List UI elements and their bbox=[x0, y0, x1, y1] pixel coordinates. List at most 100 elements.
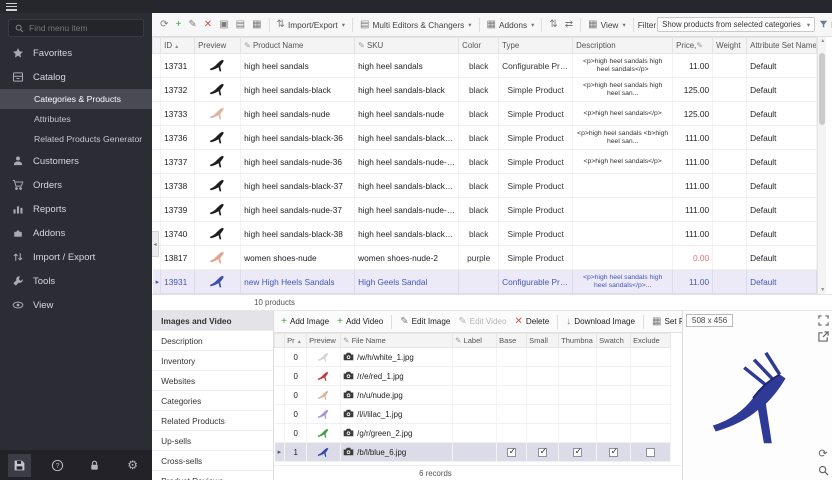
zoom-icon[interactable] bbox=[816, 463, 830, 477]
header-product-name[interactable]: ✎ Product Name bbox=[241, 38, 355, 54]
download-image-button[interactable]: ↓Download Image bbox=[563, 315, 638, 329]
cell-small[interactable] bbox=[527, 386, 559, 405]
product-image-preview[interactable] bbox=[691, 325, 824, 474]
header-price[interactable]: Price,✎ bbox=[673, 38, 713, 54]
sidebar-item-categories-products[interactable]: Categories & Products bbox=[0, 89, 152, 109]
cell-swatch[interactable] bbox=[597, 348, 631, 367]
multi-editors-menu[interactable]: ▤Multi Editors & Changers▾ bbox=[357, 18, 474, 32]
media-row[interactable]: 0 /n/u/nude.jpg bbox=[275, 386, 671, 405]
header-swatch[interactable]: Swatch bbox=[597, 334, 631, 348]
vertical-scrollbar[interactable]: ▲ ▼ bbox=[817, 37, 826, 294]
header-label[interactable]: ✎ Label bbox=[453, 334, 497, 348]
gear-icon[interactable]: ⚙ bbox=[121, 454, 144, 477]
cell-exclude[interactable] bbox=[631, 405, 671, 424]
search-input[interactable] bbox=[29, 23, 137, 33]
sidebar-item-addons[interactable]: Addons bbox=[0, 221, 152, 245]
cell-small[interactable] bbox=[527, 443, 559, 462]
filters-button[interactable]: Filters▾ bbox=[816, 18, 832, 32]
media-row[interactable]: 0 /l/i/lilac_1.jpg bbox=[275, 405, 671, 424]
detail-tab[interactable]: Related Products bbox=[152, 411, 273, 431]
lock-icon[interactable] bbox=[83, 454, 106, 477]
cell-exclude[interactable] bbox=[631, 443, 671, 462]
cell-base[interactable] bbox=[497, 424, 527, 443]
detail-tab[interactable]: Cross-sells bbox=[152, 451, 273, 471]
cell-thumbnail[interactable] bbox=[559, 443, 597, 462]
product-row[interactable]: 13736 high heel sandals-black-36 high he… bbox=[153, 126, 817, 150]
sidebar-item-attributes[interactable]: Attributes bbox=[0, 109, 152, 129]
scrollbar-thumb[interactable] bbox=[819, 53, 825, 125]
cell-base[interactable] bbox=[497, 386, 527, 405]
sidebar-item-import-export[interactable]: Import / Export bbox=[0, 245, 152, 269]
view-menu[interactable]: ▦View▾ bbox=[585, 18, 629, 32]
cell-thumbnail[interactable] bbox=[559, 386, 597, 405]
product-row[interactable]: 13732 high heel sandals-black high heel … bbox=[153, 78, 817, 102]
scroll-up-arrow[interactable]: ▲ bbox=[818, 38, 827, 44]
cell-thumbnail[interactable] bbox=[559, 424, 597, 443]
cell-exclude[interactable] bbox=[631, 386, 671, 405]
header-id[interactable]: ID ▲ bbox=[161, 38, 195, 54]
header-pr[interactable]: Pr ▲ bbox=[285, 334, 307, 348]
cell-swatch[interactable] bbox=[597, 386, 631, 405]
cell-small[interactable] bbox=[527, 405, 559, 424]
detail-tab[interactable]: Description bbox=[152, 331, 273, 351]
add-video-button[interactable]: +Add Video bbox=[334, 315, 386, 329]
detail-tab[interactable]: Categories bbox=[152, 391, 273, 411]
product-row[interactable]: 13738 high heel sandals-black-37 high he… bbox=[153, 174, 817, 198]
header-attribute-set[interactable]: Attribute Set Name bbox=[747, 38, 817, 54]
cell-base[interactable] bbox=[497, 405, 527, 424]
sidebar-item-catalog[interactable]: Catalog bbox=[0, 65, 152, 89]
delete-product-button[interactable]: ✕ bbox=[201, 18, 215, 32]
paste-button[interactable]: ▤ bbox=[233, 18, 248, 32]
product-row[interactable]: 13817 women shoes-nude women shoes-nude-… bbox=[153, 246, 817, 270]
filter-dropdown[interactable]: Show products from selected categories▾ bbox=[657, 17, 815, 32]
header-preview[interactable]: Preview bbox=[307, 334, 341, 348]
exclude-checkbox[interactable] bbox=[646, 448, 655, 457]
grid-options-button[interactable]: ▦ bbox=[249, 18, 264, 32]
edit-product-button[interactable]: ✎ bbox=[185, 18, 199, 32]
delete-image-button[interactable]: ✕Delete bbox=[511, 315, 552, 329]
header-color[interactable]: Color bbox=[459, 38, 499, 54]
edit-video-button[interactable]: ✎Edit Video bbox=[455, 315, 509, 329]
product-row[interactable]: 13733 high heel sandals-nude high heel s… bbox=[153, 102, 817, 126]
set-resize-rule-button[interactable]: ▦Set Resize Rule▾ bbox=[649, 315, 682, 329]
header-weight[interactable]: Weight bbox=[713, 38, 747, 54]
product-row[interactable]: 13739 high heel sandals-nude-37 high hee… bbox=[153, 198, 817, 222]
cell-exclude[interactable] bbox=[631, 424, 671, 443]
sidebar-item-customers[interactable]: Customers bbox=[0, 149, 152, 173]
detail-tab[interactable]: Websites bbox=[152, 371, 273, 391]
cell-base[interactable] bbox=[497, 443, 527, 462]
cell-swatch[interactable] bbox=[597, 443, 631, 462]
swatch-checkbox[interactable] bbox=[609, 448, 618, 457]
swap-button[interactable]: ⇄ bbox=[562, 18, 576, 32]
product-row[interactable]: 13740 high heel sandals-black-38 high he… bbox=[153, 222, 817, 246]
sidebar-item-view[interactable]: View bbox=[0, 293, 152, 317]
cell-small[interactable] bbox=[527, 367, 559, 386]
menu-icon[interactable] bbox=[6, 3, 17, 11]
product-row[interactable]: ▸ 13931 new High Heels Sandals High Geel… bbox=[153, 270, 817, 294]
product-row[interactable]: 13731 high heel sandals high heel sandal… bbox=[153, 54, 817, 78]
cell-thumbnail[interactable] bbox=[559, 348, 597, 367]
cell-small[interactable] bbox=[527, 348, 559, 367]
media-row[interactable]: 0 /w/h/white_1.jpg bbox=[275, 348, 671, 367]
sidebar-item-related-products-generator[interactable]: Related Products Generator bbox=[0, 129, 152, 149]
header-base[interactable]: Base bbox=[497, 334, 527, 348]
detail-tab[interactable]: Up-sells bbox=[152, 431, 273, 451]
header-type[interactable]: Type bbox=[499, 38, 573, 54]
cell-base[interactable] bbox=[497, 367, 527, 386]
addons-menu[interactable]: ▦Addons▾ bbox=[484, 18, 538, 32]
header-thumbnail[interactable]: Thumbna bbox=[559, 334, 597, 348]
rotate-icon[interactable]: ⟳ bbox=[816, 446, 830, 460]
copy-button[interactable]: ▣ bbox=[216, 18, 231, 32]
header-sku[interactable]: ✎ SKU bbox=[355, 38, 459, 54]
collapse-panel-handle[interactable]: ◂ bbox=[152, 231, 159, 257]
help-icon[interactable]: ? bbox=[46, 454, 69, 477]
media-row[interactable]: 0 /g/r/green_2.jpg bbox=[275, 424, 671, 443]
sort-button[interactable]: ⇅ bbox=[546, 18, 560, 32]
cell-thumbnail[interactable] bbox=[559, 405, 597, 424]
header-file-name[interactable]: ✎ File Name bbox=[341, 334, 453, 348]
small-checkbox[interactable] bbox=[538, 448, 547, 457]
save-icon[interactable] bbox=[8, 454, 31, 477]
header-preview[interactable]: Preview bbox=[195, 38, 241, 54]
cell-exclude[interactable] bbox=[631, 348, 671, 367]
detail-tab[interactable]: Product Reviews bbox=[152, 471, 273, 480]
